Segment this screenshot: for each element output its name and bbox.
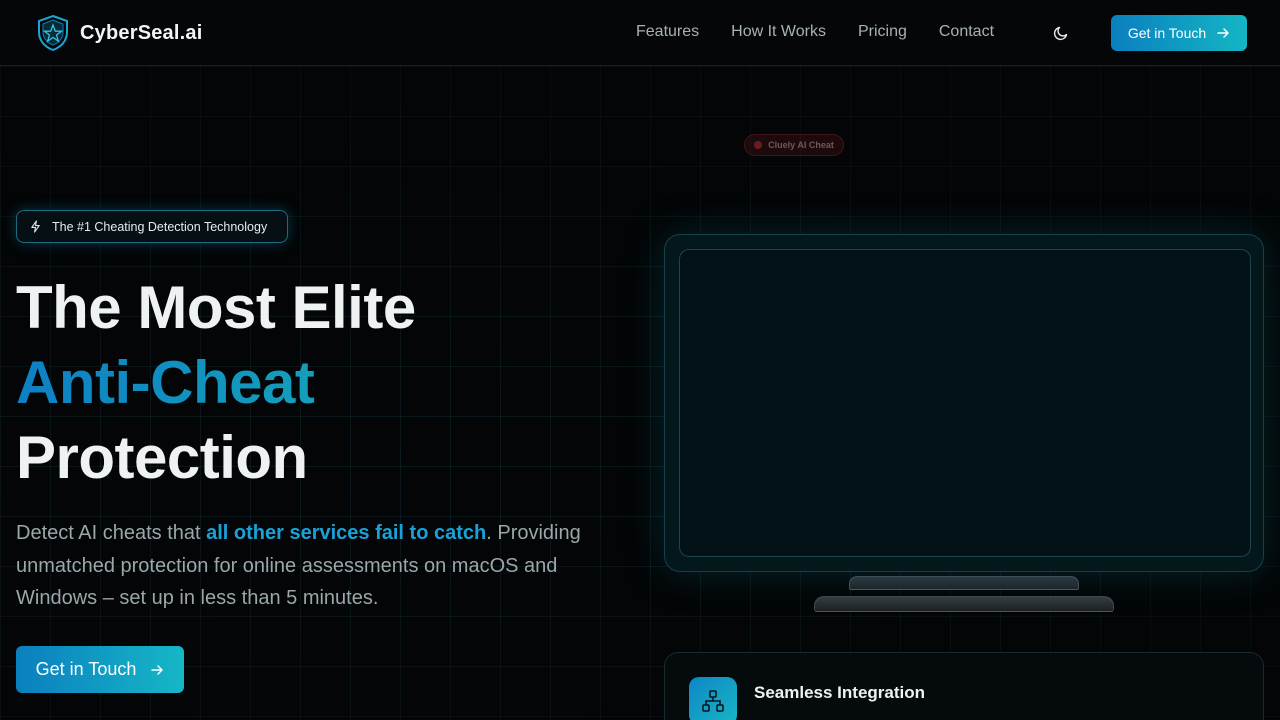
hero-description: Detect AI cheats that all other services…: [16, 517, 626, 615]
monitor-stand-neck: [849, 576, 1079, 590]
hero-badge: The #1 Cheating Detection Technology: [16, 210, 288, 243]
theme-toggle-button[interactable]: [1050, 22, 1072, 44]
lightning-icon: [31, 220, 40, 233]
hero-get-in-touch-button[interactable]: Get in Touch: [16, 646, 184, 693]
monitor-illustration: [664, 234, 1264, 572]
header-cta-label: Get in Touch: [1127, 25, 1207, 41]
headline-line-3: Protection: [16, 424, 308, 491]
alert-dot-icon: [754, 141, 763, 149]
hero-badge-label: The #1 Cheating Detection Technology: [52, 219, 268, 234]
nav-link-contact[interactable]: Contact: [939, 23, 994, 41]
floating-tag-label: Cluely AI Cheat: [768, 140, 834, 150]
nav-link-how-it-works[interactable]: How It Works: [731, 23, 826, 41]
feature-icon-box: [689, 677, 737, 720]
hero-desc-highlight: all other services fail to catch: [206, 522, 487, 544]
shield-star-icon: [38, 14, 68, 52]
feature-card-seamless-integration: Seamless Integration: [664, 652, 1264, 720]
monitor-stand-base: [814, 596, 1114, 612]
header-get-in-touch-button[interactable]: Get in Touch: [1111, 15, 1247, 51]
brand[interactable]: CyberSeal.ai: [36, 14, 202, 52]
arrow-right-icon: [1217, 28, 1229, 38]
nav-link-features[interactable]: Features: [636, 23, 699, 41]
network-icon: [702, 690, 724, 712]
nav-link-pricing[interactable]: Pricing: [858, 23, 907, 41]
moon-icon: [1053, 26, 1068, 41]
hero-headline: The Most Elite Anti-Cheat Protection: [16, 270, 416, 495]
floating-cheat-tag: Cluely AI Cheat: [744, 134, 844, 156]
feature-title: Seamless Integration: [754, 683, 926, 702]
nav-links: Features How It Works Pricing Contact: [636, 23, 994, 41]
hero-desc-pre: Detect AI cheats that: [16, 522, 207, 544]
top-navbar: CyberSeal.ai Features How It Works Prici…: [0, 0, 1280, 66]
brand-name: CyberSeal.ai: [80, 21, 203, 44]
hero-cta-label: Get in Touch: [35, 659, 137, 679]
headline-line-2: Anti-Cheat: [16, 345, 416, 420]
arrow-right-icon: [151, 664, 164, 675]
headline-line-1: The Most Elite: [16, 274, 416, 341]
monitor-screen: [679, 249, 1251, 557]
